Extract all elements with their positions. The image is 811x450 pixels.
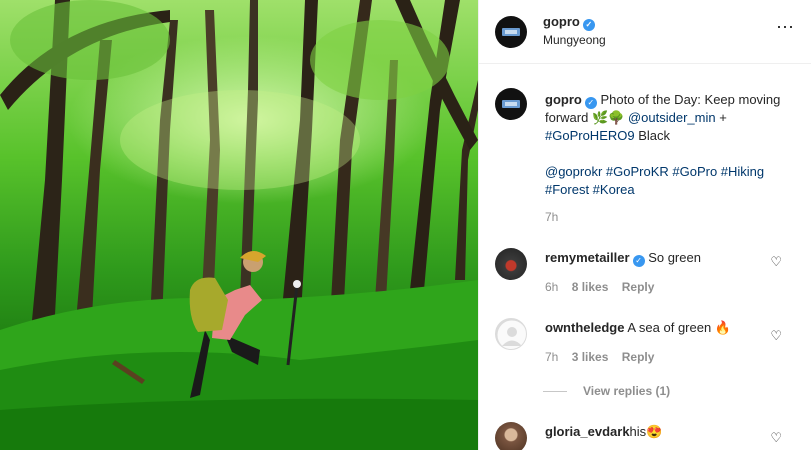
comment-body: A sea of green 🔥 bbox=[627, 320, 731, 335]
default-avatar-icon bbox=[496, 319, 526, 349]
gopro-logo-icon bbox=[502, 100, 520, 108]
caption-timestamp[interactable]: 7h bbox=[545, 210, 558, 224]
comment-likes[interactable]: 3 likes bbox=[572, 350, 609, 364]
caption-plus: + bbox=[719, 110, 727, 125]
comment-likes[interactable]: 8 likes bbox=[572, 280, 609, 294]
caption-avatar[interactable] bbox=[495, 88, 527, 120]
comment-item: owntheledge A sea of green 🔥 7h 3 likes … bbox=[479, 318, 811, 368]
view-replies-label[interactable]: View replies (1) bbox=[583, 384, 670, 398]
commenter-avatar[interactable] bbox=[495, 248, 527, 280]
reply-button[interactable]: Reply bbox=[622, 350, 655, 364]
caption-black: Black bbox=[638, 128, 671, 143]
commenter-avatar[interactable] bbox=[495, 422, 527, 450]
heart-outline-icon[interactable]: ♡ bbox=[770, 328, 782, 344]
comment-text: gloria_evdarkhis😍 bbox=[545, 424, 662, 440]
heart-outline-icon[interactable]: ♡ bbox=[770, 430, 782, 446]
commenter-username[interactable]: owntheledge bbox=[545, 320, 624, 335]
mention-outsider-min[interactable]: @outsider_min bbox=[628, 110, 716, 125]
comment-body: So green bbox=[648, 250, 701, 265]
post-side-panel: gopro ✓ Mungyeong ⋯ gopro ✓ Photo of the D… bbox=[478, 0, 811, 450]
more-options-icon[interactable]: ⋯ bbox=[776, 18, 795, 36]
comment-text: owntheledge A sea of green 🔥 bbox=[545, 320, 731, 336]
comment-meta: 7h 3 likes Reply bbox=[545, 350, 664, 364]
comment-item: gloria_evdarkhis😍 ♡ bbox=[479, 422, 811, 450]
caption-username[interactable]: gopro bbox=[545, 92, 582, 107]
caption-text: gopro ✓ Photo of the Day: Keep moving for… bbox=[545, 91, 793, 199]
gopro-logo-icon bbox=[502, 28, 520, 36]
post-photo[interactable] bbox=[0, 0, 478, 450]
comment-meta: 6h 8 likes Reply bbox=[545, 280, 664, 294]
verified-badge-icon: ✓ bbox=[632, 255, 645, 267]
comment-time[interactable]: 6h bbox=[545, 280, 558, 294]
header-username[interactable]: gopro ✓ bbox=[543, 14, 595, 31]
commenter-username[interactable]: remymetailler bbox=[545, 250, 630, 265]
gopro-avatar[interactable] bbox=[495, 16, 527, 48]
verified-badge-icon: ✓ bbox=[582, 19, 595, 31]
reply-button[interactable]: Reply bbox=[622, 280, 655, 294]
mention-goprokr[interactable]: @goprokr bbox=[545, 164, 602, 179]
comment-time[interactable]: 7h bbox=[545, 350, 558, 364]
heart-outline-icon[interactable]: ♡ bbox=[770, 254, 782, 270]
hashtag-goprohero9[interactable]: #GoProHERO9 bbox=[545, 128, 635, 143]
comment-text: remymetailler ✓ So green bbox=[545, 250, 701, 267]
commenter-avatar[interactable] bbox=[495, 318, 527, 350]
view-replies-button[interactable]: View replies (1) bbox=[543, 384, 670, 398]
location-link[interactable]: Mungyeong bbox=[543, 33, 606, 47]
header-username-text[interactable]: gopro bbox=[543, 14, 580, 29]
comment-item: remymetailler ✓ So green 6h 8 likes Reply… bbox=[479, 248, 811, 298]
commenter-username[interactable]: gloria_evdark bbox=[545, 424, 630, 439]
replies-divider bbox=[543, 391, 567, 393]
forest-hiker-image bbox=[0, 0, 478, 450]
comment-body: his😍 bbox=[629, 424, 663, 439]
post-header: gopro ✓ Mungyeong ⋯ bbox=[479, 0, 811, 64]
caption-emoji: 🌿🌳 bbox=[591, 110, 625, 125]
verified-badge-icon: ✓ bbox=[584, 97, 597, 109]
